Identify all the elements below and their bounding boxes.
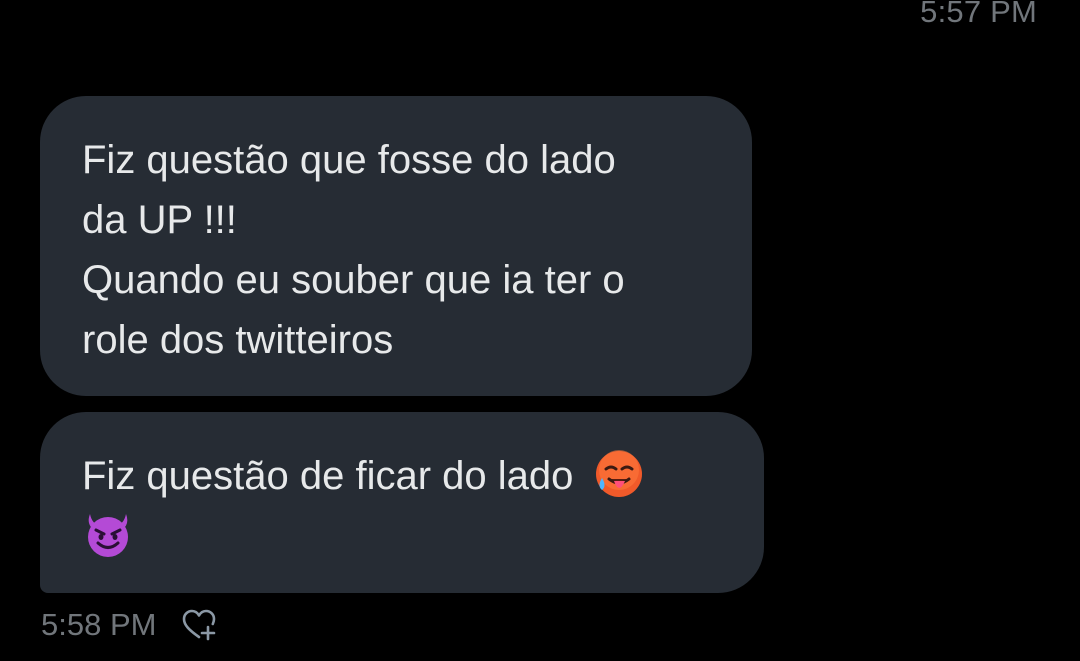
message-line: role dos twitteiros [82, 318, 394, 362]
message-line: Quando eu souber que ia ter o [82, 258, 625, 302]
heart-plus-icon [183, 609, 216, 641]
message-bubble[interactable]: Fiz questão de ficar do lado [40, 412, 764, 593]
add-reaction-button[interactable] [180, 606, 218, 644]
message-line [82, 506, 734, 566]
hot-face-emoji-icon [593, 448, 645, 500]
message-line: Fiz questão de ficar do lado [82, 446, 734, 506]
smiling-devil-emoji-icon [82, 508, 134, 560]
message-timestamp: 5:57 PM [920, 0, 1037, 29]
message-bubble[interactable]: Fiz questão que fosse do lado da UP !!! … [40, 96, 752, 396]
message-line: Fiz questão que fosse do lado [82, 138, 616, 182]
dm-conversation: 5:57 PM Fiz questão que fosse do lado da… [0, 0, 1080, 661]
message-meta: 5:58 PM [41, 606, 218, 644]
message-timestamp: 5:58 PM [41, 607, 157, 642]
message-line: da UP !!! [82, 198, 237, 242]
message-text: Fiz questão de ficar do lado [82, 454, 574, 498]
